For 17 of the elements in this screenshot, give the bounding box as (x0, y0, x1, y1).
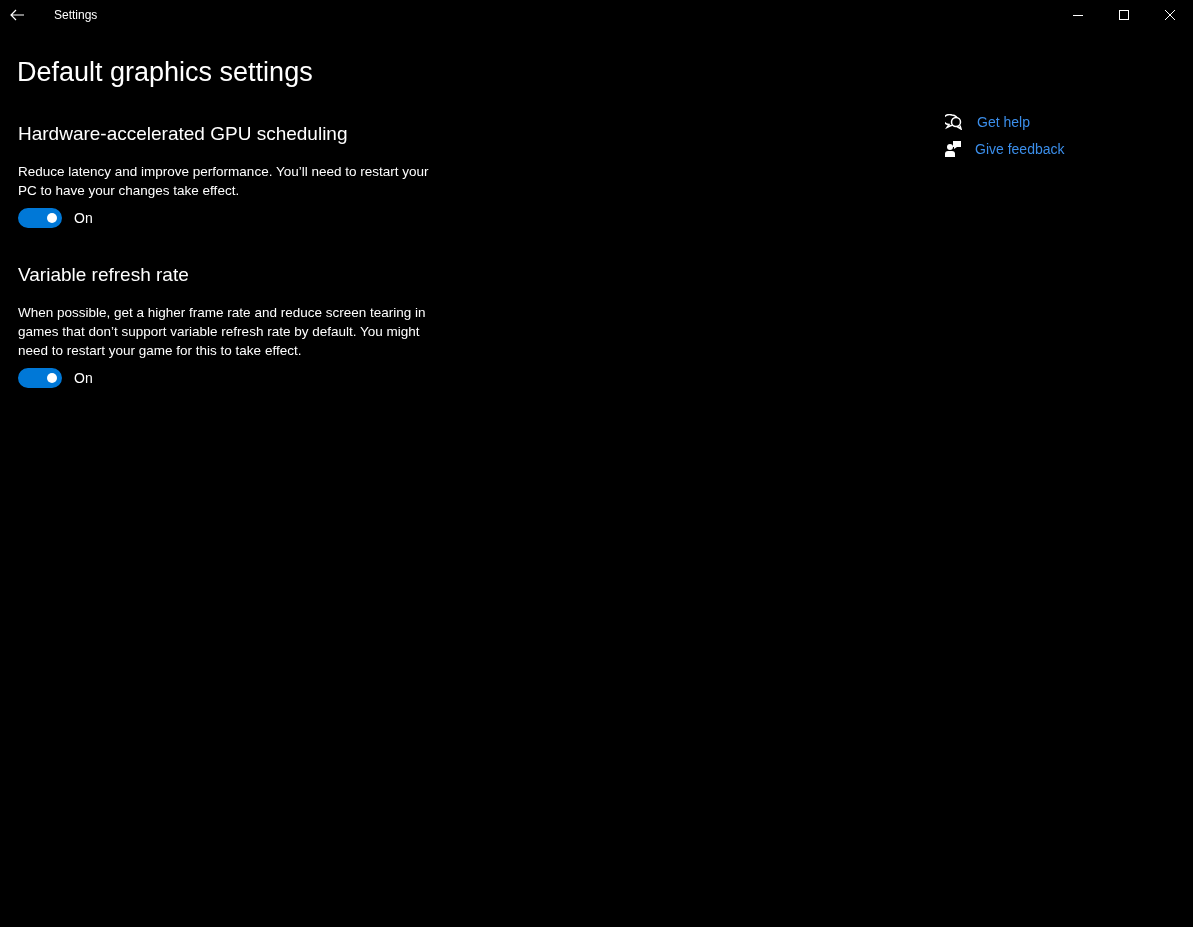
maximize-icon (1119, 10, 1129, 20)
help-chat-icon (945, 114, 963, 130)
close-icon (1165, 10, 1175, 20)
window-title: Settings (54, 8, 98, 22)
feedback-person-icon (945, 141, 961, 157)
section-description: When possible, get a higher frame rate and reduce screen tearing in games that don’t support variable refresh rate by default. You might need to restart your game for this to take effect. (18, 304, 427, 360)
toggle-switch[interactable] (18, 368, 62, 388)
feedback-link[interactable]: Give feedback (975, 141, 1065, 157)
page-title: Default graphics settings (17, 56, 314, 89)
back-arrow-icon (10, 9, 24, 21)
toggle-label: On (74, 210, 93, 226)
toggle-switch[interactable] (18, 208, 62, 228)
section-heading: Hardware-accelerated GPU scheduling (18, 122, 349, 146)
section-description: Reduce latency and improve performance. You’ll need to restart your PC to have your changes take effect. (18, 163, 430, 200)
toggle-label: On (74, 370, 93, 386)
get-help-link[interactable]: Get help (977, 114, 1030, 130)
section-heading: Variable refresh rate (18, 263, 190, 287)
